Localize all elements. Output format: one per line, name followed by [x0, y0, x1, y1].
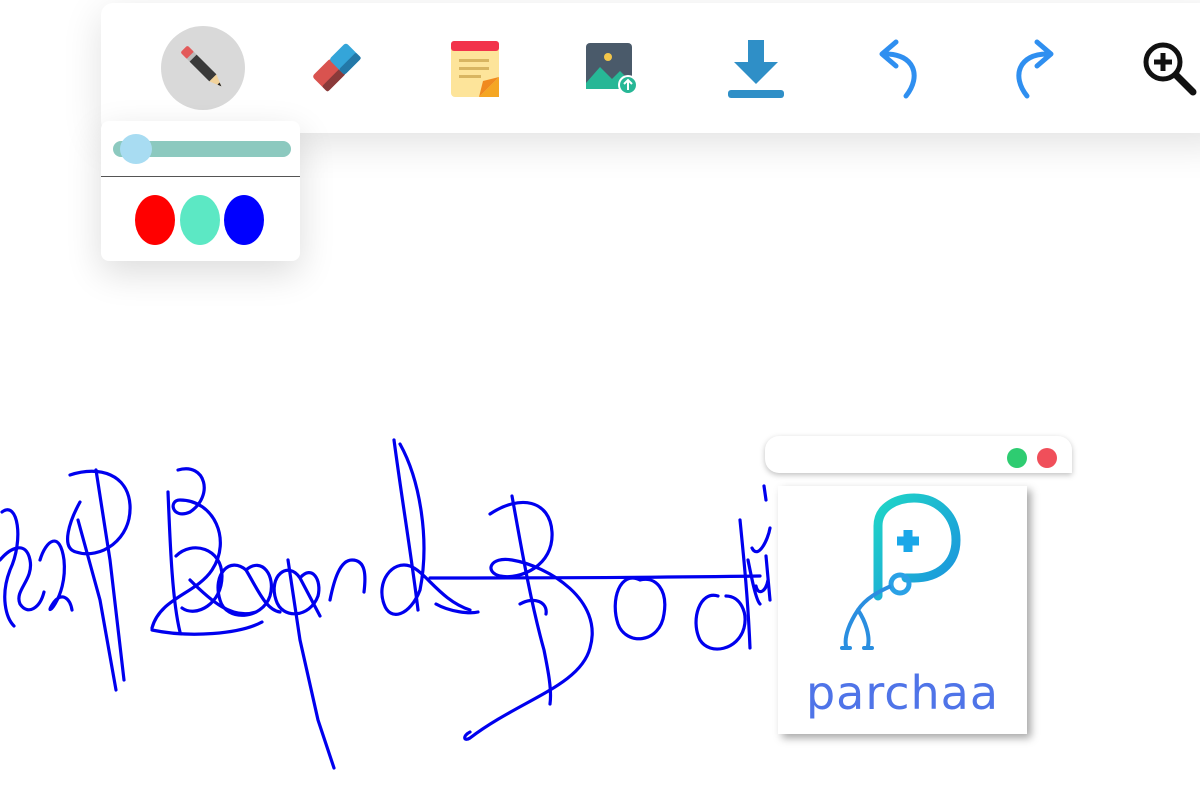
brand-logo-text: parchaa	[805, 666, 1000, 720]
zoom-in-tool-button[interactable]	[1131, 26, 1200, 110]
pen-options-panel	[101, 121, 300, 261]
redo-tool-button[interactable]	[993, 26, 1077, 110]
sticky-note-tool-button[interactable]	[433, 26, 517, 110]
undo-icon	[870, 36, 926, 100]
image-upload-icon	[582, 39, 640, 97]
window-maximize-button[interactable]	[1007, 448, 1027, 468]
window-close-button[interactable]	[1037, 448, 1057, 468]
download-tool-button[interactable]	[714, 26, 798, 110]
whiteboard-canvas[interactable]: parchaa	[0, 0, 1200, 800]
eraser-tool-button[interactable]	[294, 26, 378, 110]
download-icon	[724, 36, 788, 100]
panel-divider	[101, 176, 300, 177]
sticky-note-icon	[449, 37, 501, 99]
zoom-in-icon	[1139, 38, 1199, 98]
pencil-icon	[174, 39, 232, 97]
stroke-size-slider-thumb[interactable]	[120, 134, 153, 164]
eraser-icon	[305, 37, 367, 99]
image-window-titlebar[interactable]	[765, 436, 1072, 473]
image-upload-tool-button[interactable]	[569, 26, 653, 110]
color-swatch-blue[interactable]	[224, 195, 264, 245]
redo-icon	[1007, 36, 1063, 100]
pencil-tool-button[interactable]	[161, 26, 245, 110]
toolbar	[101, 3, 1200, 133]
color-swatch-mint[interactable]	[180, 195, 220, 245]
image-window[interactable]: parchaa	[765, 436, 1072, 736]
image-content: parchaa	[778, 486, 1027, 734]
color-swatch-red[interactable]	[135, 195, 175, 245]
undo-tool-button[interactable]	[856, 26, 940, 110]
